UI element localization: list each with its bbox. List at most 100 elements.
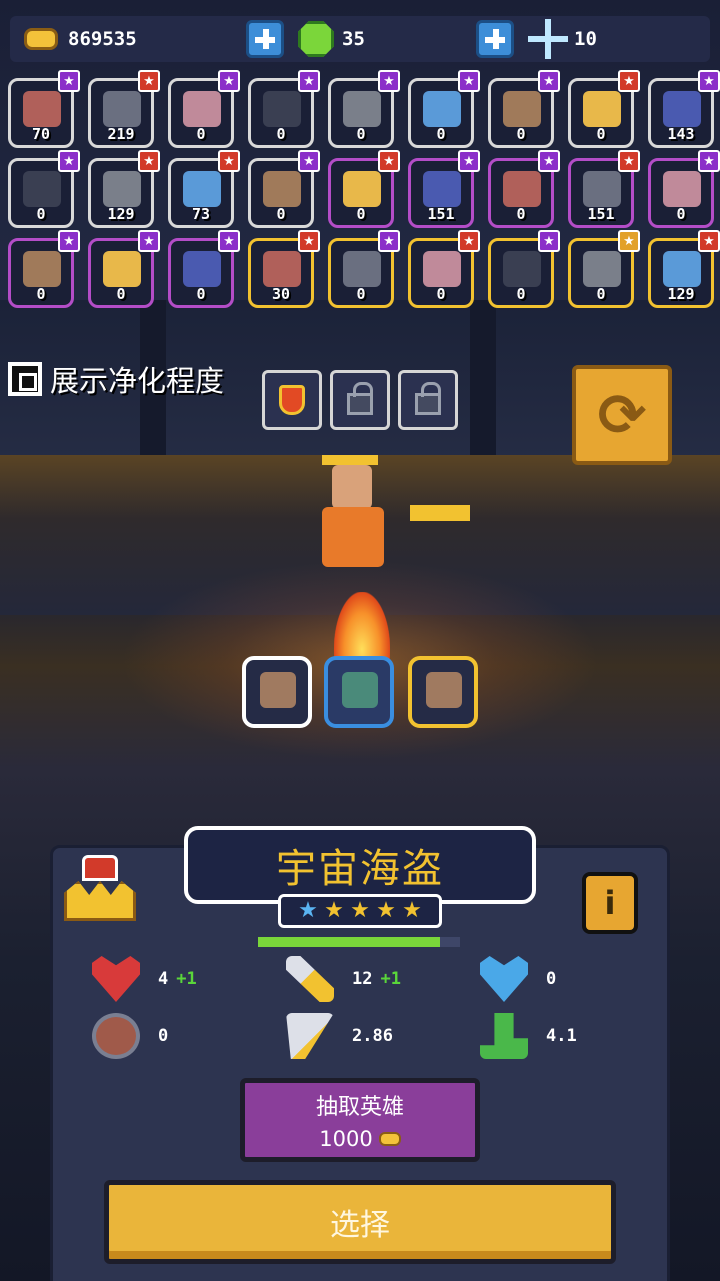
hero-rank-badge: ★ <box>538 230 560 252</box>
hero-rank-badge: ★ <box>618 230 640 252</box>
info-button[interactable]: i <box>582 872 638 934</box>
hero-shard-count: 0 <box>356 125 366 143</box>
hero-rank-badge: ★ <box>218 230 240 252</box>
hero-portrait <box>423 251 461 287</box>
add-gem-button[interactable] <box>476 20 514 58</box>
round-shield-icon <box>92 1013 140 1059</box>
hero-portrait <box>183 171 221 207</box>
info-icon: i <box>604 884 616 922</box>
skill-slot-2[interactable] <box>330 370 390 430</box>
star-value: 10 <box>574 28 597 50</box>
team-slot-2[interactable] <box>324 656 394 728</box>
attack-bonus: +1 <box>380 969 401 989</box>
star-icon: ★ <box>376 898 396 923</box>
sparkle-icon <box>528 19 568 59</box>
star-icon: ★ <box>324 898 344 923</box>
swap-skin-button[interactable]: ⟳ <box>572 365 672 465</box>
hero-shard-count: 0 <box>356 285 366 303</box>
hero-portrait <box>583 251 621 287</box>
xp-bar-fill <box>258 937 440 947</box>
boot-icon <box>480 1013 528 1059</box>
gold-counter: 869535 <box>24 16 137 62</box>
hero-shard-count: 0 <box>676 205 686 223</box>
add-gold-button[interactable] <box>246 20 284 58</box>
skill-slot-3[interactable] <box>398 370 458 430</box>
xp-bar <box>258 937 460 947</box>
hero-rank-badge: ★ <box>458 230 480 252</box>
campfire <box>334 592 390 664</box>
hero-portrait <box>263 251 301 287</box>
hero-portrait <box>423 91 461 127</box>
gold-value: 869535 <box>68 28 137 50</box>
hero-rank-badge: ★ <box>378 70 400 92</box>
purify-checkbox[interactable] <box>8 362 42 396</box>
hero-portrait <box>503 91 541 127</box>
hero-portrait <box>23 171 61 207</box>
hero-rank-badge: ★ <box>538 150 560 172</box>
hero-shard-count: 0 <box>516 285 526 303</box>
star-counter: 10 <box>528 16 597 62</box>
hero-rank-badge: ★ <box>618 150 640 172</box>
sword-icon <box>286 956 334 1002</box>
hero-rank-badge: ★ <box>298 70 320 92</box>
hero-portrait <box>183 251 221 287</box>
hero-rank-badge: ★ <box>138 150 160 172</box>
hero-rank-badge: ★ <box>138 70 160 92</box>
draw-hero-button[interactable]: 抽取英雄 1000 <box>240 1078 480 1162</box>
pillar <box>470 300 496 460</box>
hero-shard-count: 151 <box>427 205 455 223</box>
hero-name-plate: 宇宙海盗 <box>184 826 536 904</box>
attack-speed-icon <box>286 1013 334 1059</box>
hero-portrait <box>583 171 621 207</box>
hero-shard-count: 0 <box>276 205 286 223</box>
hero-shard-count: 0 <box>516 125 526 143</box>
stat-shield: 0 <box>92 1013 168 1059</box>
hero-shard-count: 0 <box>356 205 366 223</box>
lock-icon <box>415 382 441 415</box>
hero-shard-count: 0 <box>596 125 606 143</box>
health-value: 4 <box>158 969 169 989</box>
hero-rank-badge: ★ <box>58 150 80 172</box>
hero-shard-count: 129 <box>107 205 135 223</box>
stat-armor: 0 <box>480 956 556 1002</box>
hero-rank-badge: ★ <box>618 70 640 92</box>
hero-shard-count: 0 <box>196 125 206 143</box>
team-slot-1[interactable] <box>242 656 312 728</box>
hero-portrait <box>503 171 541 207</box>
hero-portrait <box>663 251 701 287</box>
hero-rank-badge: ★ <box>378 230 400 252</box>
star-icon: ★ <box>402 898 422 923</box>
hero-shard-count: 30 <box>271 285 291 303</box>
hero-star-rating: ★ ★ ★ ★ ★ <box>278 894 442 928</box>
hero-portrait <box>103 251 141 287</box>
select-button[interactable]: 选择 <box>104 1180 616 1264</box>
hero-portrait <box>103 91 141 127</box>
stat-health: 4 +1 <box>92 956 197 1002</box>
team-hero-portrait <box>260 672 296 708</box>
gold-icon <box>24 28 58 50</box>
purify-toggle[interactable]: 展示净化程度 <box>8 358 224 400</box>
hero-portrait <box>343 91 381 127</box>
hero-shard-count: 143 <box>667 125 695 143</box>
hero-rank-badge: ★ <box>298 150 320 172</box>
draw-cost: 1000 <box>319 1127 401 1151</box>
hero-halo <box>322 455 378 465</box>
resource-bar: 869535 35 10 <box>10 16 710 62</box>
hero-rank-badge: ★ <box>378 150 400 172</box>
shield-value: 0 <box>158 1026 169 1046</box>
hero-portrait <box>663 91 701 127</box>
skill-slot-1[interactable] <box>262 370 322 430</box>
gem-value: 35 <box>342 28 365 50</box>
hero-portrait <box>583 91 621 127</box>
team-slot-3[interactable] <box>408 656 478 728</box>
hero-head <box>332 465 372 509</box>
hero-shard-count: 0 <box>516 205 526 223</box>
hero-name: 宇宙海盗 <box>276 846 444 892</box>
purify-label: 展示净化程度 <box>50 364 225 398</box>
hero-shard-count: 129 <box>667 285 695 303</box>
hero-portrait <box>103 171 141 207</box>
heart-icon <box>92 956 140 1002</box>
hero-shard-count: 151 <box>587 205 615 223</box>
stat-attack-speed: 2.86 <box>286 1013 393 1059</box>
hero-portrait <box>503 251 541 287</box>
